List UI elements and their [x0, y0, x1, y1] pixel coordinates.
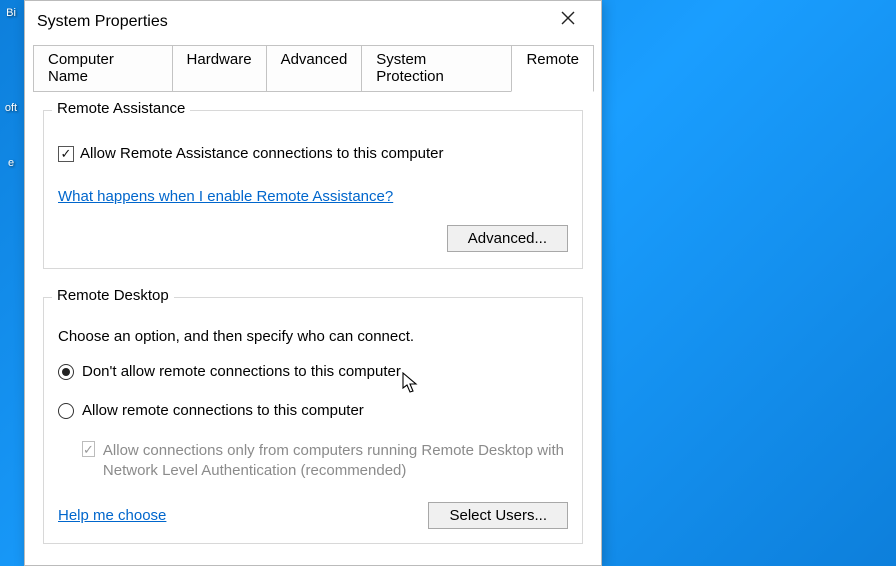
advanced-button[interactable]: Advanced... [447, 225, 568, 252]
remote-desktop-bottom-row: Help me choose Select Users... [58, 502, 568, 529]
nla-label: Allow connections only from computers ru… [103, 441, 568, 482]
remote-assistance-group: Remote Assistance ✓ Allow Remote Assista… [43, 110, 583, 269]
desktop-icon-recycle[interactable]: Bi [0, 5, 26, 19]
window-title: System Properties [37, 13, 168, 31]
remote-assistance-help-row: What happens when I enable Remote Assist… [58, 188, 568, 205]
tabstrip: Computer Name Hardware Advanced System P… [33, 45, 593, 91]
radio-allow-label: Allow remote connections to this compute… [82, 402, 364, 419]
allow-remote-assistance-checkbox[interactable]: ✓ [58, 146, 74, 162]
remote-assistance-help-link[interactable]: What happens when I enable Remote Assist… [58, 188, 393, 205]
tab-computer-name[interactable]: Computer Name [33, 45, 173, 91]
radio-allow[interactable] [58, 403, 74, 419]
allow-remote-assistance-label: Allow Remote Assistance connections to t… [80, 145, 444, 162]
tab-system-protection[interactable]: System Protection [361, 45, 512, 91]
allow-remote-assistance-row: ✓ Allow Remote Assistance connections to… [58, 145, 568, 162]
close-button[interactable] [547, 4, 589, 32]
desktop-icon-app[interactable]: e [0, 155, 26, 169]
remote-desktop-group: Remote Desktop Choose an option, and the… [43, 297, 583, 544]
nla-row: ✓ Allow connections only from computers … [82, 441, 568, 482]
titlebar: System Properties [25, 1, 601, 41]
nla-checkbox: ✓ [82, 441, 95, 457]
system-properties-window: System Properties Computer Name Hardware… [24, 0, 602, 566]
help-me-choose-link[interactable]: Help me choose [58, 507, 166, 524]
remote-assistance-legend: Remote Assistance [52, 100, 190, 117]
desktop-icon-label: e [8, 157, 14, 169]
desktop-icon-label: oft [5, 102, 17, 114]
radio-dont-allow[interactable] [58, 364, 74, 380]
desktop-icon-edge[interactable]: oft [0, 100, 26, 114]
radio-allow-row: Allow remote connections to this compute… [58, 402, 568, 419]
tab-advanced[interactable]: Advanced [266, 45, 363, 91]
close-icon [561, 11, 575, 25]
tab-remote[interactable]: Remote [511, 45, 594, 92]
tab-content-remote: Remote Assistance ✓ Allow Remote Assista… [33, 91, 593, 544]
tab-hardware[interactable]: Hardware [172, 45, 267, 91]
select-users-button[interactable]: Select Users... [428, 502, 568, 529]
desktop-icon-label: Bi [6, 7, 16, 19]
radio-dont-allow-label: Don't allow remote connections to this c… [82, 363, 401, 380]
remote-desktop-legend: Remote Desktop [52, 287, 174, 304]
remote-desktop-intro: Choose an option, and then specify who c… [58, 328, 568, 345]
radio-dont-allow-row: Don't allow remote connections to this c… [58, 363, 568, 380]
